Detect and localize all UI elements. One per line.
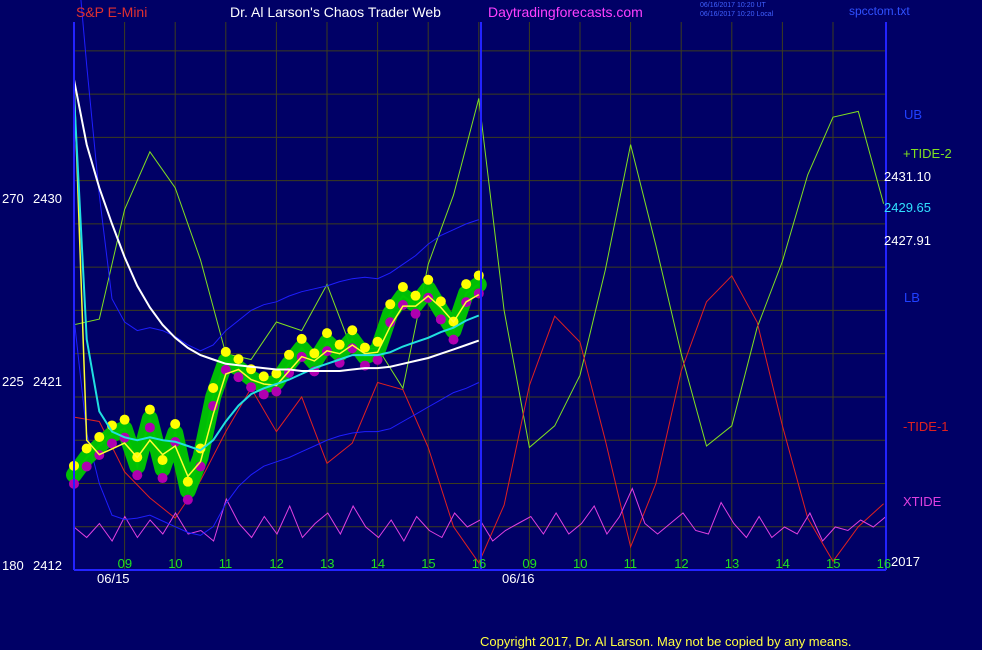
high-dot (423, 274, 434, 285)
legend-ub: UB (904, 107, 922, 122)
y-tick-left-2421: 225 (2, 374, 24, 389)
high-dot (233, 354, 244, 365)
x-tick-label-day2: 11 (624, 556, 638, 571)
legend-lb: LB (904, 290, 920, 305)
x-tick-label-day2: 12 (674, 556, 688, 571)
low-dot (271, 386, 282, 397)
x-tick-label-day1: 14 (371, 556, 385, 571)
year-label: 2017 (891, 554, 920, 569)
y-tick-price-2412: 2412 (33, 558, 62, 573)
x-tick-label-day1: 11 (219, 556, 233, 571)
high-dot (309, 348, 320, 359)
y-tick-left-2412: 180 (2, 558, 24, 573)
y-tick-left-2430: 270 (2, 191, 24, 206)
high-dot (385, 299, 396, 310)
data-file-name: spcctom.txt (849, 4, 910, 18)
low-dot (144, 422, 155, 433)
timestamp-local: 06/16/2017 10:20 Local (700, 11, 774, 18)
low-dot (410, 308, 421, 319)
legend-tide-minus: -TIDE-1 (903, 419, 949, 434)
x-tick-label-day2: 13 (725, 556, 739, 571)
high-dot (220, 346, 231, 357)
brand-title: Dr. Al Larson's Chaos Trader Web (230, 4, 441, 20)
site-link[interactable]: Daytradingforecasts.com (488, 4, 643, 20)
x-tick-label-day2: 14 (775, 556, 789, 571)
high-dot (347, 325, 358, 336)
low-dot (246, 382, 257, 393)
high-dot (119, 414, 130, 425)
x-tick-label-day2: 15 (826, 556, 840, 571)
low-dot (435, 314, 446, 325)
high-dot (258, 371, 269, 382)
low-dot (448, 334, 459, 345)
low-dot (372, 354, 383, 365)
high-dot (410, 290, 421, 301)
high-dot (284, 349, 295, 360)
timestamp-utc: 06/16/2017 10:20 UT (700, 2, 766, 9)
x-tick-label-day1: 15 (421, 556, 435, 571)
x-tick-label-day2: 09 (522, 556, 536, 571)
high-dot (94, 431, 105, 442)
symbol-title: S&P E-Mini (76, 4, 147, 20)
price-label-current: 2431.10 (884, 169, 931, 184)
high-dot (157, 455, 168, 466)
high-dot (397, 282, 408, 292)
chart-background (0, 0, 982, 650)
high-dot (170, 419, 181, 429)
high-dot (144, 404, 155, 415)
copyright-notice: Copyright 2017, Dr. Al Larson. May not b… (480, 634, 851, 649)
y-tick-price-2421: 2421 (33, 374, 62, 389)
date-label-day2: 06/16 (502, 571, 535, 586)
x-tick-label-day1: 13 (320, 556, 334, 571)
high-dot (473, 270, 484, 281)
x-tick-label-day2: 10 (573, 556, 587, 571)
high-dot (208, 382, 219, 393)
x-tick-label-day1: 16 (472, 556, 486, 571)
legend-tide-plus: +TIDE-2 (903, 146, 952, 161)
y-tick-price-2430: 2430 (33, 191, 62, 206)
low-dot (423, 292, 434, 303)
price-label-cyan: 2429.65 (884, 200, 931, 215)
low-dot (233, 372, 244, 383)
chart: S&P E-Mini Dr. Al Larson's Chaos Trader … (0, 0, 982, 650)
price-label-white: 2427.91 (884, 233, 931, 248)
high-dot (182, 476, 193, 487)
x-tick-label-day1: 10 (168, 556, 182, 571)
high-dot (296, 333, 307, 344)
low-dot (81, 461, 92, 472)
high-dot (461, 279, 472, 290)
date-label-day1: 06/15 (97, 571, 130, 586)
x-tick-label-day1: 12 (269, 556, 283, 571)
high-dot (322, 328, 332, 339)
low-dot (397, 300, 408, 310)
low-dot (182, 494, 193, 505)
low-dot (157, 473, 168, 484)
x-tick-label-day2: 16 (877, 556, 891, 571)
low-dot (132, 470, 143, 481)
x-tick-label-day1: 09 (118, 556, 132, 571)
high-dot (334, 339, 345, 350)
legend-xtide: XTIDE (903, 494, 942, 509)
